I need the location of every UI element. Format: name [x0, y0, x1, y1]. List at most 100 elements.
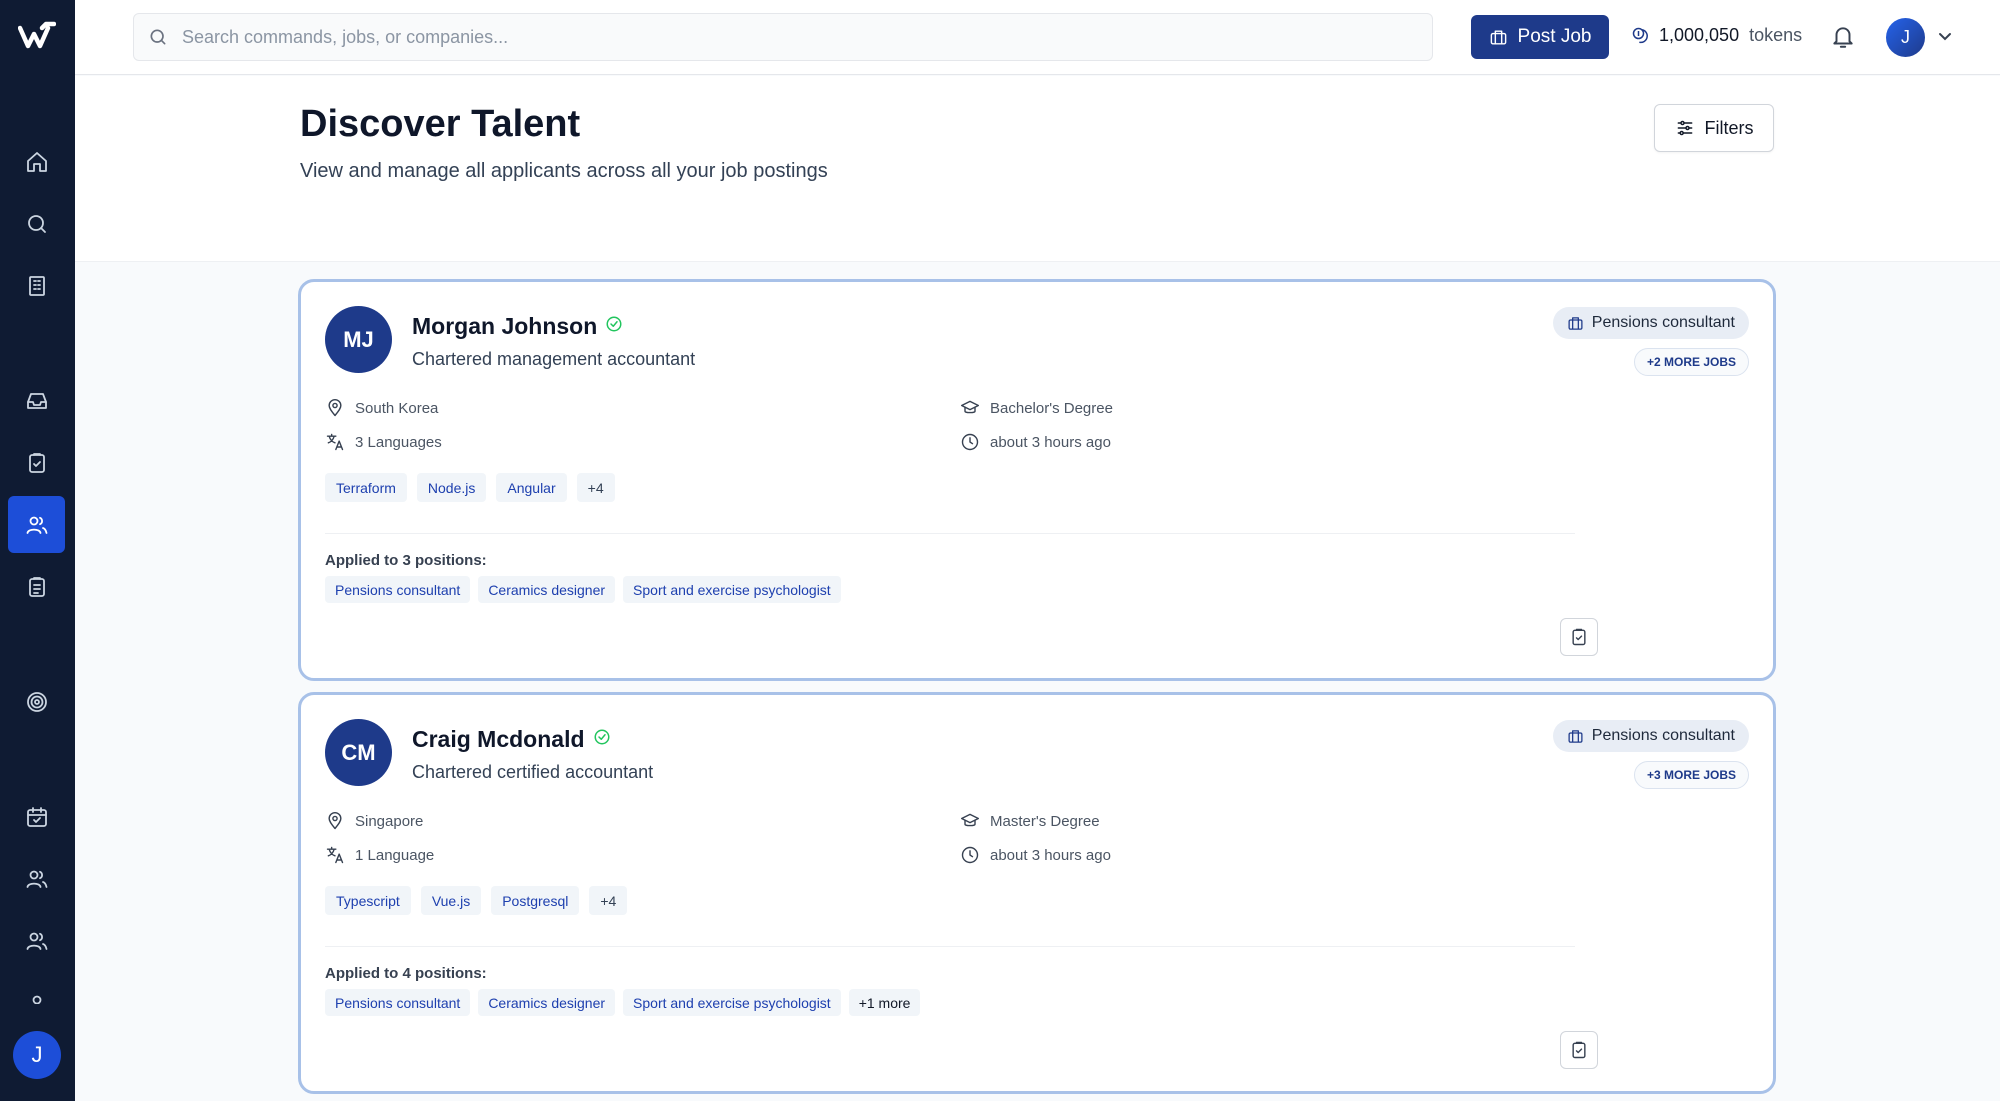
home-icon[interactable] [8, 133, 65, 190]
candidate-card[interactable]: MJ Morgan Johnson Chartered management a… [298, 279, 1776, 681]
position-tag[interactable]: Ceramics designer [478, 576, 616, 603]
clipboard-check-icon [1572, 1041, 1586, 1059]
more-jobs-badge[interactable]: +3 MORE JOBS [1633, 761, 1749, 789]
skills-list: Terraform Node.js Angular +4 [325, 473, 615, 502]
positions-list: Pensions consultant Ceramics designer Sp… [325, 576, 841, 603]
coins-icon [1632, 27, 1648, 43]
graduation-cap-icon [960, 400, 980, 414]
chevron-down-icon[interactable] [1937, 28, 1953, 44]
job-pill[interactable]: Pensions consultant [1552, 307, 1749, 339]
position-tag[interactable]: Sport and exercise psychologist [623, 576, 841, 603]
token-unit: tokens [1749, 25, 1803, 45]
filters-button[interactable]: Filters [1654, 104, 1774, 152]
page-subtitle: View and manage all applicants across al… [300, 160, 828, 182]
education: Master's Degree [960, 811, 1100, 831]
search-box[interactable] [133, 13, 1433, 61]
location: Singapore [325, 811, 423, 831]
education: Bachelor's Degree [960, 398, 1113, 418]
time-text: about 3 hours ago [990, 433, 1111, 451]
languages-icon [326, 846, 344, 864]
job-pill-label: Pensions consultant [1591, 314, 1735, 331]
applied-time: about 3 hours ago [960, 432, 1111, 452]
position-tag[interactable]: Sport and exercise psychologist [623, 989, 841, 1016]
candidate-avatar: CM [325, 719, 392, 786]
search-input[interactable] [182, 26, 1382, 48]
topbar: Post Job 1,000,050 tokens J [75, 0, 2000, 75]
clipboard-action-button[interactable] [1560, 1031, 1598, 1069]
applied-label: Applied to 4 positions: [325, 965, 487, 982]
skills-more-tag[interactable]: +4 [589, 886, 628, 915]
candidate-name[interactable]: Morgan Johnson [412, 313, 597, 340]
briefcase-icon [1490, 29, 1506, 45]
briefcase-icon [1568, 316, 1583, 330]
verified-icon [605, 315, 623, 338]
languages-text: 3 Languages [355, 433, 442, 451]
search-nav-icon[interactable] [8, 195, 65, 252]
candidate-name-row: Morgan Johnson [412, 313, 623, 340]
job-pill-label: Pensions consultant [1591, 727, 1735, 744]
group-icon[interactable] [8, 912, 65, 969]
languages-text: 1 Language [355, 846, 435, 864]
location-text: South Korea [355, 399, 439, 417]
filters-label: Filters [1704, 117, 1754, 138]
candidate-avatar: MJ [325, 306, 392, 373]
post-job-button[interactable]: Post Job [1471, 15, 1609, 59]
position-tag[interactable]: Pensions consultant [325, 989, 471, 1016]
clipboard-list-icon[interactable] [8, 558, 65, 615]
users-icon[interactable] [8, 496, 65, 553]
skills-more-tag[interactable]: +4 [576, 473, 615, 502]
sidebar: J [0, 0, 75, 1101]
positions-more-tag[interactable]: +1 more [848, 989, 921, 1016]
token-balance[interactable]: 1,000,050 tokens [1631, 25, 1802, 46]
applied-time: about 3 hours ago [960, 845, 1111, 865]
divider [325, 533, 1575, 534]
page-title: Discover Talent [300, 103, 581, 145]
map-pin-icon [328, 811, 342, 830]
clock-icon [961, 846, 979, 864]
divider [325, 946, 1575, 947]
languages-icon [326, 433, 344, 451]
sidebar-avatar[interactable]: J [13, 1031, 61, 1079]
education-text: Master's Degree [990, 812, 1100, 830]
candidate-role: Chartered certified accountant [412, 762, 654, 782]
inbox-icon[interactable] [8, 372, 65, 429]
post-job-label: Post Job [1517, 26, 1592, 47]
time-text: about 3 hours ago [990, 846, 1111, 864]
team-icon[interactable] [8, 850, 65, 907]
skill-tag: Typescript [325, 886, 411, 915]
token-value: 1,000,050 [1659, 25, 1740, 45]
skill-tag: Vue.js [420, 886, 482, 915]
page-header: Discover Talent View and manage all appl… [75, 76, 2000, 262]
candidate-role: Chartered management accountant [412, 349, 696, 369]
clipboard-check-icon[interactable] [8, 434, 65, 491]
candidate-card[interactable]: CM Craig Mcdonald Chartered certified ac… [298, 692, 1776, 1094]
target-icon[interactable] [8, 673, 65, 730]
candidate-name-row: Craig Mcdonald [412, 726, 611, 753]
candidate-name[interactable]: Craig Mcdonald [412, 726, 585, 753]
clock-icon [961, 433, 979, 451]
sliders-icon [1677, 120, 1692, 136]
skill-tag: Postgresql [491, 886, 580, 915]
position-tag[interactable]: Ceramics designer [478, 989, 616, 1016]
search-icon [150, 29, 166, 45]
clipboard-action-button[interactable] [1560, 618, 1598, 656]
position-tag[interactable]: Pensions consultant [325, 576, 471, 603]
clipboard-check-icon [1572, 628, 1586, 646]
applied-label: Applied to 3 positions: [325, 552, 487, 569]
positions-list: Pensions consultant Ceramics designer Sp… [325, 989, 921, 1016]
building-icon[interactable] [8, 257, 65, 314]
languages: 1 Language [325, 845, 434, 865]
calendar-check-icon[interactable] [8, 788, 65, 845]
user-avatar[interactable]: J [1886, 18, 1925, 57]
more-jobs-badge[interactable]: +2 MORE JOBS [1633, 348, 1749, 376]
verified-icon [593, 728, 611, 751]
logo-icon[interactable] [17, 20, 57, 54]
briefcase-icon [1568, 729, 1583, 743]
graduation-cap-icon [960, 813, 980, 827]
bell-icon[interactable] [1830, 24, 1858, 52]
user-icon[interactable] [8, 974, 65, 1004]
job-pill[interactable]: Pensions consultant [1552, 720, 1749, 752]
skill-tag: Angular [496, 473, 567, 502]
languages: 3 Languages [325, 432, 442, 452]
map-pin-icon [328, 398, 342, 417]
